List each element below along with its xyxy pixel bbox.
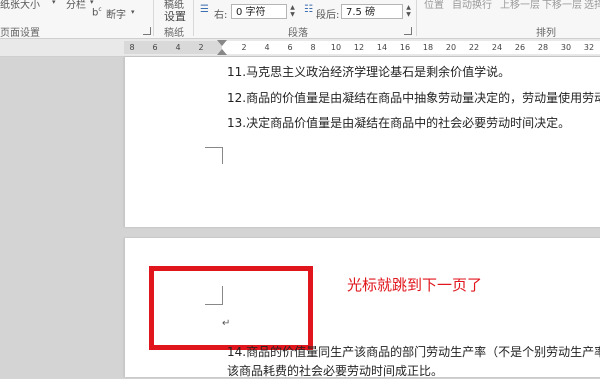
columns-button[interactable]: 分栏 xyxy=(66,0,86,11)
annotation-text: 光标就跳到下一页了 xyxy=(347,276,483,294)
divider xyxy=(416,0,417,36)
chevron-down-icon: ▾ xyxy=(131,8,135,16)
ruler-tick: 16 xyxy=(399,43,411,52)
ruler-tick: 24 xyxy=(491,43,503,52)
manuscript-setup-label[interactable]: 设置 xyxy=(164,8,186,24)
group-label-arrange: 排列 xyxy=(536,28,556,39)
document-page-1[interactable]: 11.马克思主义政治经济学理论基石是剩余价值学说。 12.商品的价值量是由凝结在… xyxy=(124,57,600,227)
hanging-indent-marker[interactable] xyxy=(217,49,227,55)
paragraph-line[interactable]: 13.决定商品价值量是由凝结在商品中的社会必要劳动时间决定。 xyxy=(227,114,570,131)
group-label-page-setup: 页面设置 xyxy=(0,28,40,39)
chevron-down-icon: ▾ xyxy=(52,0,56,6)
cursor-highlight-box xyxy=(149,266,313,350)
indent-right-field[interactable]: 0 字符 xyxy=(231,4,287,19)
ruler-tick: 4 xyxy=(175,43,181,52)
indent-right-label: 右: xyxy=(214,10,228,21)
ruler-tick: 6 xyxy=(152,43,158,52)
divider xyxy=(193,0,194,36)
ruler-tick: 30 xyxy=(560,43,572,52)
document-page-2[interactable]: ↵ 光标就跳到下一页了 14.商品的价值量同生产该商品的部门劳动生产率（不是个别… xyxy=(124,238,600,379)
ribbon: 纸张大小 ▾ 分栏 ▾ bc 断字 ▾ 稿纸 设置 ☰ 右: 0 字符 ▲ ▼ ☷… xyxy=(0,0,600,39)
ruler-margin-left xyxy=(124,41,222,54)
ruler-tick: 2 xyxy=(241,43,247,52)
bring-forward-button[interactable]: 上移一层 xyxy=(500,0,540,11)
spacing-after-stepper[interactable]: ▲ ▼ xyxy=(404,4,413,19)
wrap-text-button[interactable]: 自动换行 xyxy=(452,0,492,11)
ruler-tick: 4 xyxy=(264,43,270,52)
ruler-tick: 18 xyxy=(422,43,434,52)
ruler-tick: 6 xyxy=(287,43,293,52)
paragraph-launcher-icon[interactable] xyxy=(404,27,412,35)
ruler-tick: 26 xyxy=(514,43,526,52)
indent-right-stepper[interactable]: ▲ ▼ xyxy=(288,4,297,19)
ruler-tick: 32 xyxy=(583,43,595,52)
selection-pane-button[interactable]: 选择 xyxy=(584,0,600,11)
ruler-tick: 2 xyxy=(198,43,204,52)
indent-right-icon: ☰ xyxy=(200,4,209,15)
hyphenation-button[interactable]: 断字 xyxy=(106,6,126,21)
ruler-tick: 20 xyxy=(445,43,457,52)
ruler-tick: 22 xyxy=(468,43,480,52)
ruler-tick: 10 xyxy=(330,43,342,52)
paragraph-line[interactable]: 该商品耗费的社会必要劳动时间成正比。 xyxy=(227,362,443,379)
spacing-after-icon: ☷ xyxy=(304,4,313,15)
group-label-paragraph: 段落 xyxy=(288,28,308,39)
paragraph-line[interactable]: 11.马克思主义政治经济学理论基石是剩余价值学说。 xyxy=(227,63,510,80)
ruler-tick: 14 xyxy=(376,43,388,52)
divider xyxy=(153,0,154,36)
horizontal-ruler[interactable]: 8 6 4 2 2 4 6 8 10 12 14 16 18 20 22 24 … xyxy=(0,39,600,57)
first-line-indent-marker[interactable] xyxy=(217,40,227,46)
paper-size-button[interactable]: 纸张大小 xyxy=(0,0,40,11)
crop-mark-icon xyxy=(205,147,223,164)
ruler-tick: 8 xyxy=(129,43,135,52)
position-button[interactable]: 位置 xyxy=(424,0,444,11)
paragraph-line[interactable]: 12.商品的价值量是由凝结在商品中抽象劳动量决定的，劳动量使用劳动时间 xyxy=(227,89,600,106)
page-setup-launcher-icon[interactable] xyxy=(143,27,151,35)
spacing-after-label: 段后: xyxy=(316,10,340,21)
ruler-tick: 28 xyxy=(537,43,549,52)
group-label-manuscript: 稿纸 xyxy=(164,28,184,39)
spacing-after-field[interactable]: 7.5 磅 xyxy=(341,4,403,19)
ruler-tick: 12 xyxy=(353,43,365,52)
hyphenation-icon: bc xyxy=(92,6,102,19)
send-backward-button[interactable]: 下移一层 xyxy=(542,0,582,11)
ruler-tick: 8 xyxy=(310,43,316,52)
paragraph-line[interactable]: 14.商品的价值量同生产该商品的部门劳动生产率（不是个别劳动生产率） xyxy=(227,343,600,360)
